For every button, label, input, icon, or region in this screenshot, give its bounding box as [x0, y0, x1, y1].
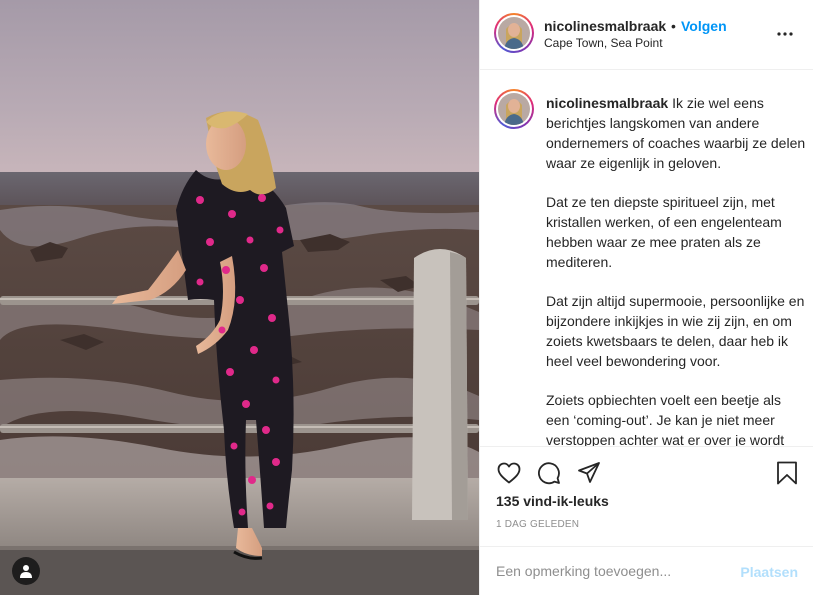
- post-photo[interactable]: [0, 0, 479, 595]
- photo-woman-at-sea-railing: [0, 0, 479, 595]
- caption-username[interactable]: nicolinesmalbraak: [546, 95, 668, 111]
- post-comment-button[interactable]: Plaatsen: [740, 564, 798, 580]
- location-link[interactable]: Cape Town, Sea Point: [544, 36, 663, 50]
- comments-section[interactable]: nicolinesmalbraak Ik zie wel eens berich…: [480, 71, 813, 446]
- caption-paragraph: Dat ze ten diepste spiritueel zijn, met …: [546, 194, 782, 270]
- post-side-panel: nicolinesmalbraak • Volgen Cape Town, Se…: [479, 0, 813, 595]
- tagged-users-button[interactable]: [12, 557, 40, 585]
- like-count[interactable]: 135 vind-ik-leuks: [496, 493, 609, 509]
- more-dots-icon: [777, 32, 793, 36]
- heart-icon: [497, 462, 521, 484]
- like-button[interactable]: [496, 460, 522, 486]
- avatar-photo-icon: [498, 93, 530, 125]
- caption-paragraph: Dat zijn altijd supermooie, persoonlijke…: [546, 293, 805, 369]
- caption-author-avatar[interactable]: [494, 89, 534, 129]
- separator-dot: •: [671, 18, 676, 34]
- post-header: nicolinesmalbraak • Volgen Cape Town, Se…: [480, 0, 813, 70]
- add-comment-bar: Plaatsen: [480, 546, 813, 595]
- more-options-button[interactable]: [773, 22, 797, 46]
- speech-bubble-icon: [538, 462, 560, 485]
- paper-plane-icon: [578, 462, 600, 483]
- comment-button[interactable]: [536, 460, 562, 486]
- post-actions: 135 vind-ik-leuks 1 DAG GELEDEN Plaatsen: [480, 446, 813, 595]
- user-icon: [20, 565, 32, 578]
- caption-paragraph: Zoiets opbiechten voelt een beetje als e…: [546, 392, 785, 446]
- avatar-photo-icon: [498, 17, 530, 49]
- follow-button[interactable]: Volgen: [681, 18, 727, 34]
- share-button[interactable]: [576, 460, 602, 486]
- save-button[interactable]: [774, 460, 800, 486]
- bookmark-icon: [777, 461, 797, 485]
- post-timestamp[interactable]: 1 DAG GELEDEN: [496, 519, 579, 530]
- author-username[interactable]: nicolinesmalbraak: [544, 18, 666, 34]
- comment-input[interactable]: [496, 563, 726, 579]
- post-caption: nicolinesmalbraak Ik zie wel eens berich…: [546, 93, 808, 446]
- author-avatar[interactable]: [494, 13, 534, 53]
